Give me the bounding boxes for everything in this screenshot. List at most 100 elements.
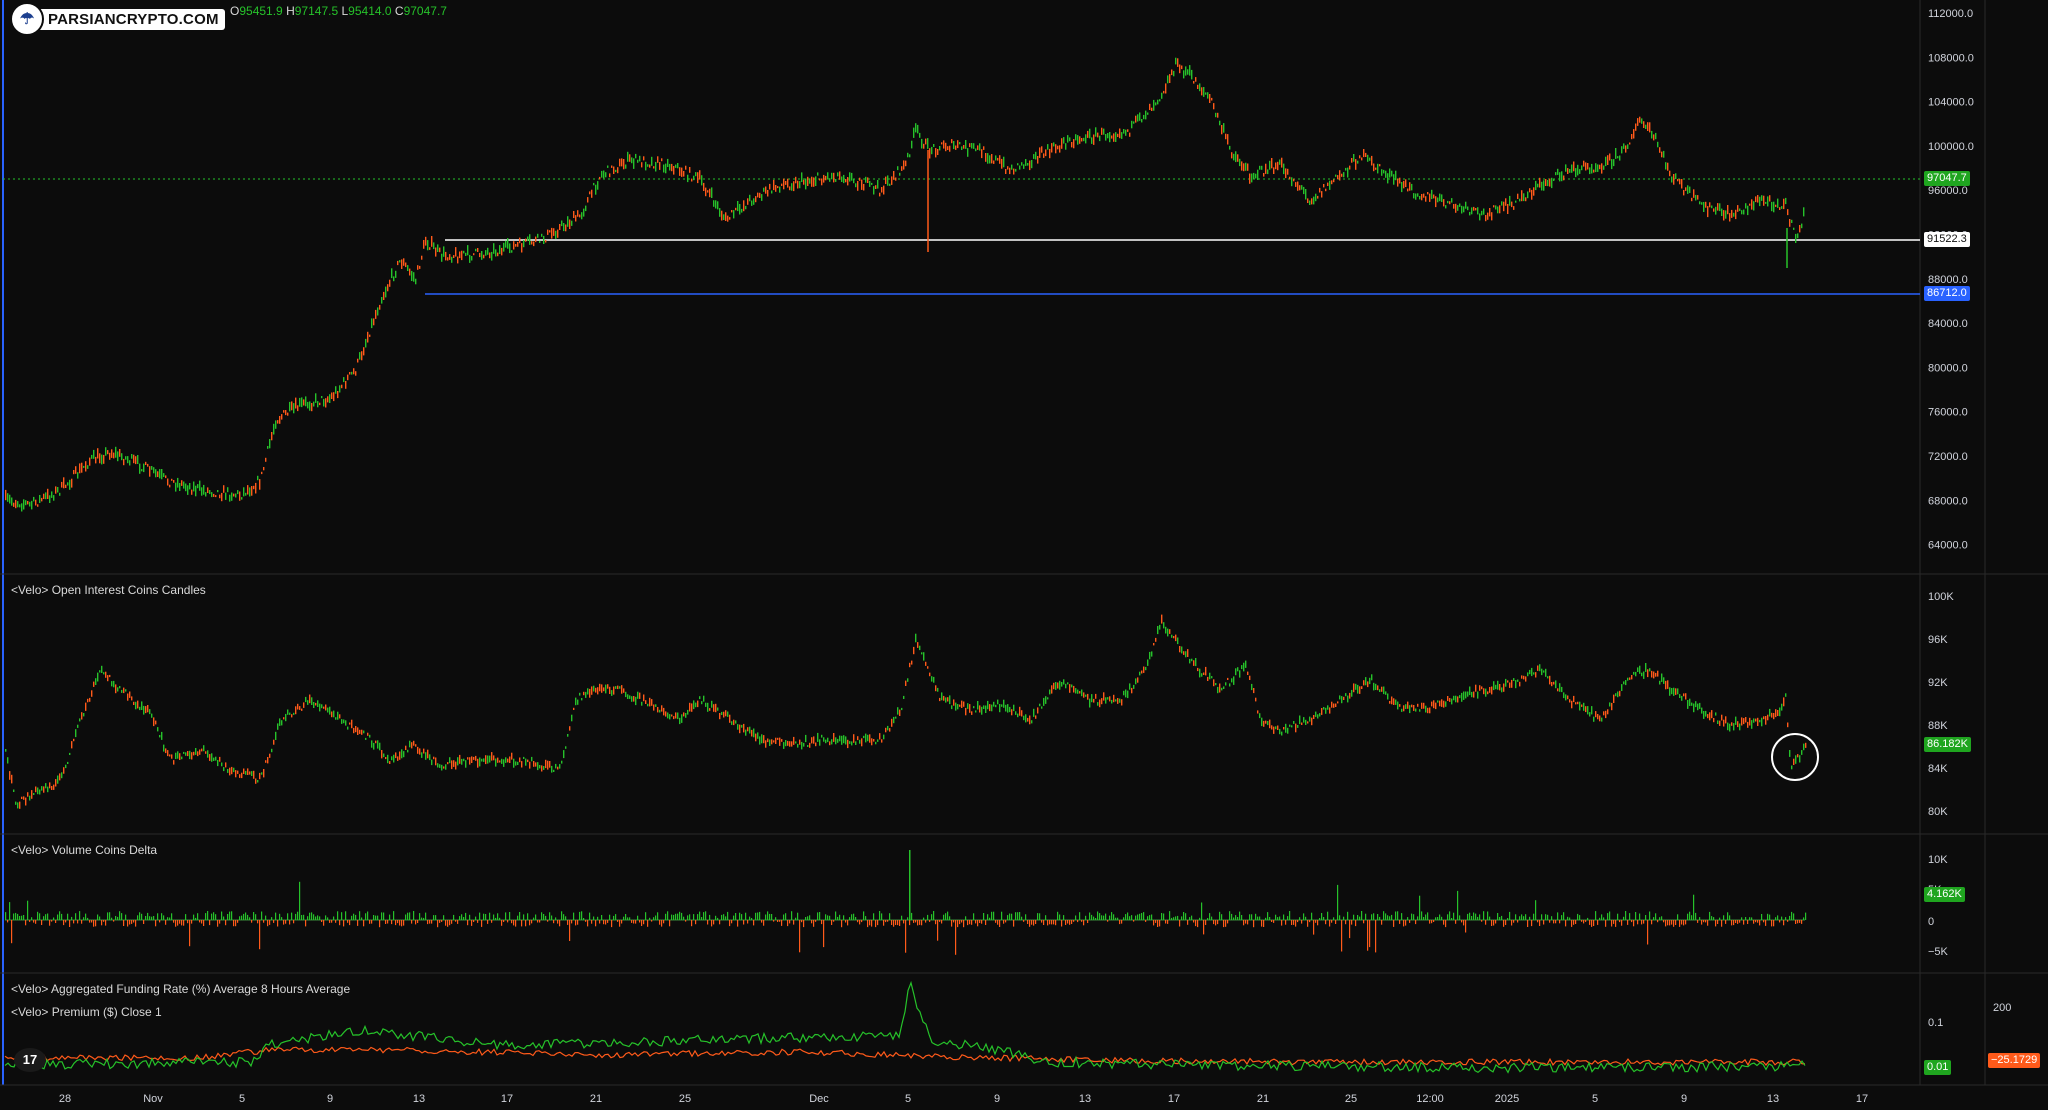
price-candle (1779, 207, 1781, 210)
oi-candle (1455, 695, 1457, 703)
volume-bar (1657, 920, 1659, 923)
volume-bar (713, 920, 715, 925)
price-candle (987, 153, 989, 164)
volume-bar (319, 916, 321, 920)
price-candle (661, 158, 663, 162)
price-candle (43, 493, 45, 499)
price-candle (507, 238, 509, 249)
price-candle (1783, 198, 1785, 210)
oi-candle (1271, 725, 1273, 730)
oi-candle (555, 763, 557, 769)
price-candle (1727, 205, 1729, 215)
price-candle (387, 284, 389, 292)
volume-bar (1011, 913, 1013, 920)
price-candle (1621, 146, 1623, 154)
oi-candle (955, 702, 957, 711)
volume-bar (739, 912, 741, 920)
price-candle (605, 172, 607, 178)
price-candle (207, 487, 209, 493)
premium-pane-title: <Velo> Premium ($) Close 1 (11, 1005, 162, 1019)
oi-candle (391, 756, 393, 761)
oi-candle (799, 739, 801, 745)
volume-bar (59, 911, 61, 920)
price-candle (1643, 121, 1645, 128)
price-candle (983, 146, 985, 150)
oi-candle (165, 748, 167, 754)
price-candle (549, 230, 551, 233)
oi-candle (511, 752, 513, 760)
price-candle (571, 220, 573, 226)
oi-candle (1675, 688, 1677, 695)
volume-bar (449, 920, 451, 926)
price-candle (803, 179, 805, 185)
oi-candle (1353, 683, 1355, 693)
price-candle (1689, 186, 1691, 193)
volume-bar (1185, 913, 1187, 920)
volume-bar (863, 911, 865, 920)
volume-bar (981, 920, 983, 924)
volume-bar (1361, 911, 1363, 920)
oi-candle (525, 758, 527, 766)
volume-bar (619, 920, 621, 927)
volume-bar (139, 912, 141, 920)
volume-bar (841, 920, 843, 928)
price-candle (1059, 145, 1061, 153)
oi-candle (1331, 701, 1333, 708)
volume-bar (1039, 913, 1041, 920)
oi-candle (1209, 672, 1211, 680)
price-candle (1171, 69, 1173, 76)
price-candle (1387, 173, 1389, 184)
volume-bar (57, 914, 59, 920)
oi-candle (309, 694, 311, 704)
oi-candle (621, 685, 623, 694)
oi-candle (1519, 681, 1521, 687)
oi-candle (679, 717, 681, 725)
volume-bar (1625, 911, 1627, 920)
volume-bar (655, 915, 657, 920)
oi-candle (1713, 718, 1715, 723)
volume-bar (185, 914, 187, 920)
price-candle (1363, 149, 1365, 158)
volume-bar (1401, 913, 1403, 920)
price-candle (1251, 173, 1253, 183)
oi-candle (1177, 637, 1179, 645)
volume-bar (687, 915, 689, 920)
volume-bar (1049, 920, 1051, 925)
volume-bar (1123, 917, 1125, 920)
tradingview-logo-icon[interactable]: 17 (14, 1048, 46, 1072)
volume-bar (1169, 911, 1171, 920)
price-axis-label: 84000.0 (1928, 318, 1968, 330)
oi-candle (1345, 693, 1347, 697)
price-candle (1403, 180, 1405, 189)
price-candle (1125, 129, 1127, 136)
volume-bar (665, 913, 667, 920)
oi-candle (1333, 703, 1335, 708)
volume-bar (1059, 914, 1061, 920)
volume-bar (1285, 920, 1287, 925)
price-candle (517, 242, 519, 247)
volume-bar (89, 920, 91, 923)
oi-candle (1651, 670, 1653, 678)
oi-candle (45, 783, 47, 789)
oi-candle (227, 769, 229, 773)
volume-bar (481, 920, 483, 927)
oi-candle (521, 761, 523, 768)
oi-candle (495, 758, 497, 767)
oi-candle (529, 761, 531, 769)
time-axis-label: 5 (1592, 1093, 1598, 1105)
volume-bar (621, 920, 623, 924)
price-candle (1469, 211, 1471, 216)
oi-candle (935, 685, 937, 692)
oi-candle (1573, 695, 1575, 703)
price-candle (1679, 179, 1681, 185)
oi-candle (343, 719, 345, 724)
oi-candle (825, 739, 827, 744)
volume-bar (1089, 912, 1091, 920)
volume-bar (825, 914, 827, 920)
price-candle (1389, 168, 1391, 178)
price-candle (1499, 205, 1501, 214)
price-candle (195, 485, 197, 497)
oi-candle (235, 770, 237, 778)
chart-canvas[interactable]: 112000.0108000.0104000.0100000.096000.09… (0, 0, 2048, 1110)
price-candle (1489, 208, 1491, 217)
